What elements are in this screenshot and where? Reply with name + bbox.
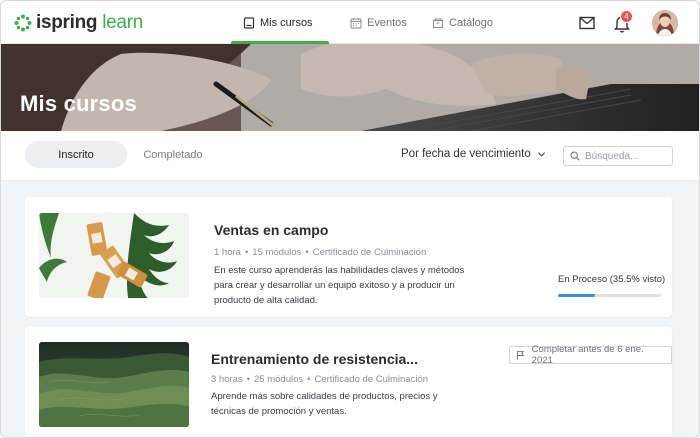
progress-fill	[558, 294, 595, 297]
sort-dropdown[interactable]: Por fecha de vencimiento	[401, 148, 546, 160]
course-description: Aprende más sobre calidades de productos…	[211, 391, 438, 417]
calendar-icon	[350, 17, 362, 28]
progress-label: En Proceso (35.5% visto)	[558, 274, 666, 285]
course-card[interactable]: Ventas en campo 1 hora • 15 módulos • Certif…	[25, 197, 672, 317]
hero-banner: Mis cursos	[1, 44, 699, 131]
deadline-text: Completar antes de 6 ene. 2021	[531, 344, 644, 366]
hero-image	[1, 44, 699, 131]
course-meta: 1 hora • 15 módulos • Certificado de Culmina…	[214, 247, 426, 258]
course-card[interactable]: Entrenamiento de resistencia... 3 horas •…	[25, 327, 672, 437]
course-title[interactable]: Ventas en campo	[214, 222, 328, 238]
book-icon	[243, 16, 255, 29]
deadline-badge: Completar antes de 6 ene. 2021	[509, 344, 672, 366]
filter-toolbar: Inscrito Completado Por fecha de vencimi…	[1, 131, 699, 181]
tab-inscrito[interactable]: Inscrito	[25, 141, 127, 168]
app-window: ispring learn Mis cursos Eventos Catálog…	[0, 0, 700, 438]
search-input[interactable]	[585, 150, 665, 162]
logo[interactable]: ispring learn	[14, 12, 143, 34]
course-title[interactable]: Entrenamiento de resistencia...	[211, 351, 418, 367]
page-title: Mis cursos	[20, 91, 137, 116]
meta-separator: •	[246, 374, 251, 385]
flag-icon	[516, 351, 525, 360]
course-duration: 1 hora	[214, 247, 241, 258]
user-photo	[652, 10, 678, 36]
logo-text: ispring learn	[36, 12, 143, 33]
search-icon	[570, 151, 580, 161]
mail-icon[interactable]	[579, 16, 595, 30]
avatar[interactable]	[652, 10, 678, 36]
nav-eventos[interactable]: Eventos	[350, 1, 407, 44]
meta-separator: •	[244, 247, 249, 258]
nav-label: Catálogo	[449, 16, 494, 29]
course-duration: 3 horas	[211, 374, 243, 385]
sort-label: Por fecha de vencimiento	[401, 148, 531, 160]
course-meta: 3 horas • 25 módulos • Certificado de Culmin…	[211, 374, 428, 385]
course-modules: 25 módulos	[254, 374, 304, 385]
nav-mis-cursos[interactable]: Mis cursos	[231, 1, 329, 44]
tab-completado[interactable]: Completado	[131, 141, 215, 168]
search-box[interactable]	[563, 146, 673, 166]
course-thumbnail[interactable]	[39, 342, 189, 427]
course-certificate: Certificado de Culminación	[312, 247, 427, 258]
thumbnail-image	[39, 213, 189, 298]
course-modules: 15 módulos	[252, 247, 302, 258]
nav-catalogo[interactable]: Catálogo	[432, 1, 493, 44]
notification-badge: 4	[620, 10, 633, 23]
meta-separator: •	[305, 247, 309, 258]
catalog-icon	[433, 18, 443, 28]
nav-label: Eventos	[367, 16, 407, 29]
course-description: En este curso aprenderás las habilidades…	[214, 265, 465, 306]
chevron-down-icon	[537, 151, 545, 157]
course-certificate: Certificado de Culminación	[314, 374, 428, 385]
thumbnail-image	[39, 342, 189, 427]
top-nav: ispring learn Mis cursos Eventos Catálog…	[1, 1, 699, 44]
meta-separator: •	[307, 374, 311, 385]
nav-label: Mis cursos	[260, 16, 313, 29]
ispring-logo-icon	[14, 14, 32, 32]
course-thumbnail[interactable]	[39, 213, 189, 298]
progress-bar	[558, 294, 661, 297]
